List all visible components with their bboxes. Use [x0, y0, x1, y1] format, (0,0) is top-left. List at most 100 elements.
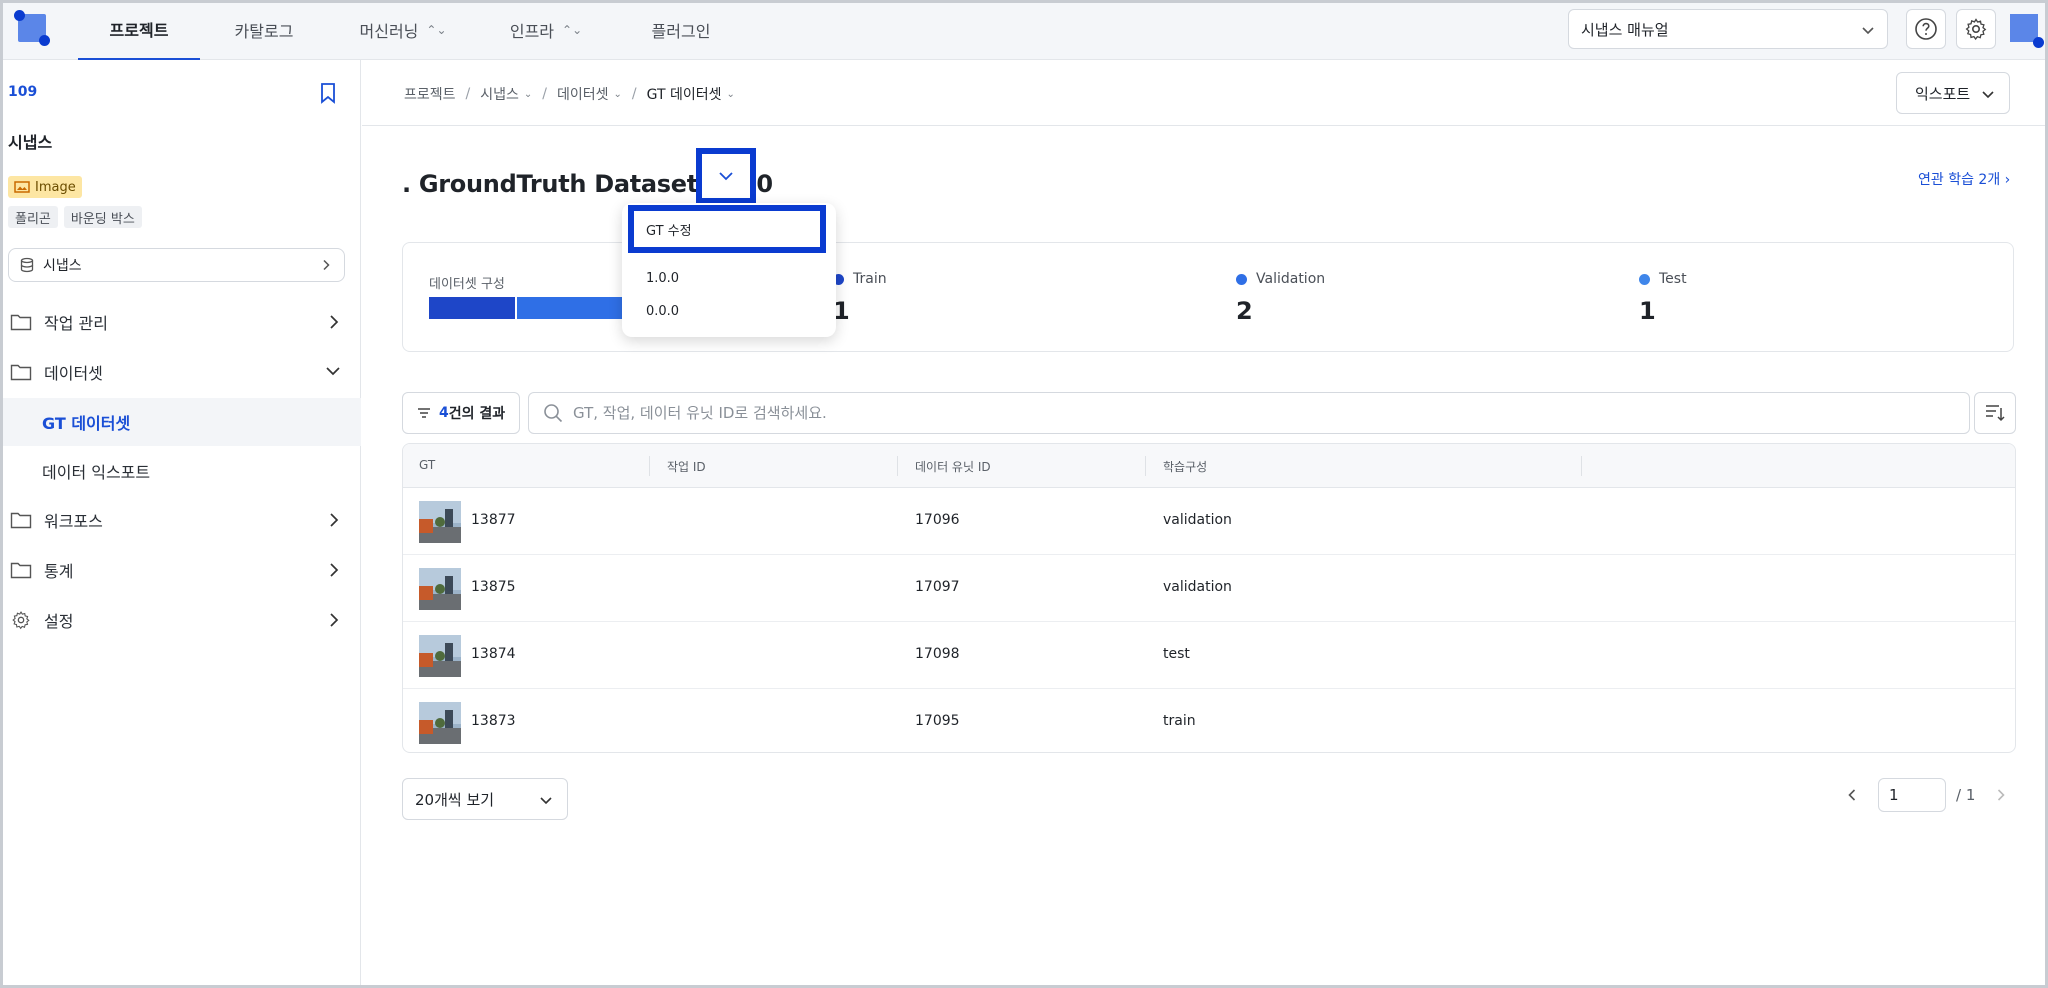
prev-page-icon[interactable]	[1846, 788, 1858, 802]
chevron-down-icon	[1862, 27, 1874, 35]
gt-edit-menu-item[interactable]: GT 수정	[628, 205, 826, 253]
sidebar: 109 시냅스 Image 폴리곤 바운딩 박스 시냅스 작업 관리 데이터셋 …	[0, 60, 361, 988]
table-row[interactable]: 13875 17097 validation	[403, 555, 2015, 622]
bookmark-icon[interactable]	[318, 82, 338, 104]
table-row[interactable]: 13874 17098 test	[403, 622, 2015, 689]
main-content: 프로젝트 / 시냅스 ⌄ / 데이터셋 ⌄ / GT 데이터셋 ⌄ 익스포트 . Gr…	[362, 60, 2048, 988]
column-header-job-id[interactable]: 작업 ID	[667, 458, 706, 475]
nav-machine-learning[interactable]: 머신러닝 ⌃⌄	[328, 0, 478, 60]
chevron-right-icon	[330, 563, 339, 577]
search-input[interactable]	[573, 404, 1953, 422]
search-box[interactable]	[528, 392, 1970, 434]
breadcrumb-section[interactable]: 데이터셋	[557, 84, 609, 104]
breadcrumb-bar: 프로젝트 / 시냅스 ⌄ / 데이터셋 ⌄ / GT 데이터셋 ⌄ 익스포트	[362, 60, 2048, 126]
related-training-link[interactable]: 연관 학습 2개 ›	[1918, 169, 2010, 189]
page-total: / 1	[1956, 786, 1976, 804]
export-button[interactable]: 익스포트	[1896, 72, 2010, 114]
top-nav: 프로젝트 카탈로그 머신러닝 ⌃⌄ 인프라 ⌃⌄ 플러그인	[78, 0, 748, 60]
stat-validation: Validation 2	[1236, 271, 1326, 325]
composition-bar-validation	[517, 297, 627, 319]
filter-icon	[418, 408, 430, 418]
stat-train: Train 1	[833, 271, 887, 325]
version-dropdown-menu: GT 수정 1.0.0 0.0.0	[622, 203, 836, 337]
chevron-right-icon	[323, 259, 330, 271]
sidebar-item-jobs[interactable]: 작업 관리	[0, 298, 361, 346]
manual-select[interactable]: 시냅스 매뉴얼	[1568, 9, 1888, 49]
page-number-input[interactable]	[1878, 778, 1946, 812]
legend-dot	[1639, 273, 1650, 285]
column-header-split[interactable]: 학습구성	[1163, 458, 1207, 475]
version-option-1-0-0[interactable]: 1.0.0	[646, 271, 679, 286]
composition-caption: 데이터셋 구성	[429, 277, 505, 292]
table-header: GT 작업 ID 데이터 유닛 ID 학습구성	[403, 444, 2015, 488]
dataset-select[interactable]: 시냅스	[8, 248, 345, 282]
chevron-right-icon: ›	[2004, 172, 2011, 188]
gt-thumbnail[interactable]	[419, 635, 461, 677]
sidebar-item-data-export[interactable]: 데이터 익스포트	[0, 447, 361, 495]
search-icon	[544, 404, 563, 423]
top-bar: 프로젝트 카탈로그 머신러닝 ⌃⌄ 인프라 ⌃⌄ 플러그인 시냅스 매뉴얼	[0, 0, 2048, 60]
sidebar-item-workforce[interactable]: 워크포스	[0, 496, 361, 544]
table-row[interactable]: 13877 17096 validation	[403, 488, 2015, 555]
breadcrumb-current[interactable]: GT 데이터셋	[647, 84, 722, 104]
nav-plugins[interactable]: 플러그인	[614, 0, 748, 60]
sidebar-item-gt-datasets[interactable]: GT 데이터셋	[0, 398, 361, 446]
help-button[interactable]	[1906, 9, 1946, 49]
updown-chevron-icon: ⌃⌄	[562, 23, 583, 37]
tag-bounding-box: 바운딩 박스	[63, 206, 142, 228]
chevron-down-icon	[1982, 91, 1994, 99]
nav-infra[interactable]: 인프라 ⌃⌄	[478, 0, 614, 60]
chevron-down-icon[interactable]: ⌄	[727, 89, 735, 100]
version-dropdown-toggle[interactable]	[696, 148, 756, 204]
project-id: 109	[8, 84, 38, 100]
version-option-0-0-0[interactable]: 0.0.0	[646, 304, 679, 319]
gear-icon	[1965, 18, 1987, 41]
page-size-select[interactable]: 20개씩 보기	[402, 778, 568, 820]
settings-button[interactable]	[1956, 9, 1996, 49]
chevron-down-icon[interactable]: ⌄	[614, 89, 622, 100]
column-header-unit-id[interactable]: 데이터 유닛 ID	[915, 458, 991, 475]
gt-thumbnail[interactable]	[419, 501, 461, 543]
breadcrumb-project[interactable]: 시냅스	[480, 84, 519, 104]
sidebar-item-settings[interactable]: 설정	[0, 596, 361, 644]
tag-polygon: 폴리곤	[8, 206, 58, 228]
chevron-right-icon	[330, 513, 339, 527]
media-type-badge: Image	[8, 176, 82, 198]
breadcrumb-projects[interactable]: 프로젝트	[404, 84, 456, 104]
pagination: / 1	[1846, 778, 2007, 812]
gt-thumbnail[interactable]	[419, 702, 461, 744]
chevron-right-icon	[330, 613, 339, 627]
folder-icon	[10, 364, 32, 381]
filter-button[interactable]: 4 건의 결과	[402, 392, 520, 434]
chevron-down-icon	[326, 367, 340, 376]
stat-test: Test 1	[1639, 271, 1687, 325]
sort-button[interactable]	[1974, 392, 2016, 434]
database-icon	[20, 257, 34, 273]
project-name: 시냅스	[8, 133, 53, 152]
chevron-right-icon	[330, 315, 339, 329]
sidebar-item-datasets[interactable]: 데이터셋	[0, 348, 361, 396]
column-header-gt[interactable]: GT	[419, 458, 435, 472]
chevron-down-icon	[719, 172, 733, 181]
updown-chevron-icon: ⌃⌄	[426, 23, 447, 37]
user-avatar[interactable]	[2006, 10, 2044, 48]
gt-table: GT 작업 ID 데이터 유닛 ID 학습구성 13877 17096 vali…	[402, 443, 2016, 753]
chevron-down-icon[interactable]: ⌄	[524, 89, 532, 100]
image-icon	[14, 181, 30, 193]
sidebar-item-stats[interactable]: 통계	[0, 546, 361, 594]
sort-icon	[1986, 405, 2005, 422]
table-row[interactable]: 13873 17095 train	[403, 689, 2015, 752]
breadcrumb: 프로젝트 / 시냅스 ⌄ / 데이터셋 ⌄ / GT 데이터셋 ⌄	[404, 84, 735, 104]
composition-bar-train	[429, 297, 515, 319]
gt-thumbnail[interactable]	[419, 568, 461, 610]
help-icon	[1915, 18, 1937, 40]
folder-icon	[10, 512, 32, 529]
nav-projects[interactable]: 프로젝트	[78, 0, 200, 60]
legend-dot	[1236, 273, 1247, 285]
chevron-down-icon	[540, 797, 552, 805]
gear-icon	[12, 611, 30, 630]
nav-catalog[interactable]: 카탈로그	[200, 0, 328, 60]
app-logo[interactable]	[14, 10, 50, 46]
annotation-tags: 폴리곤 바운딩 박스	[8, 206, 142, 228]
next-page-icon[interactable]	[1995, 788, 2007, 802]
